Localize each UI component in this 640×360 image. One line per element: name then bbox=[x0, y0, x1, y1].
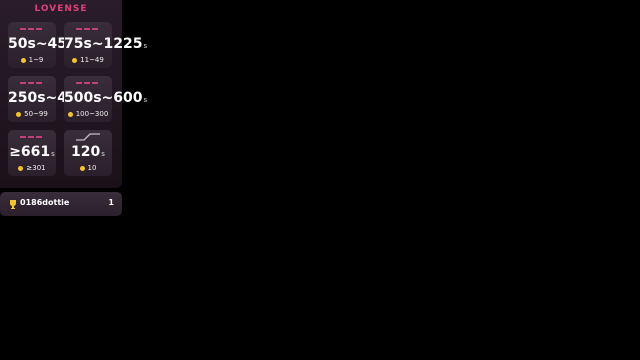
token-coin-icon bbox=[20, 57, 26, 63]
tip-level-tokens: 100~300 bbox=[64, 110, 112, 118]
tip-level-duration: 120s bbox=[71, 144, 105, 160]
vibration-pattern-icon bbox=[76, 27, 100, 31]
lovense-logo: LOVENSE bbox=[34, 4, 88, 14]
tip-level-tile[interactable]: 50s~450s 1~9 bbox=[8, 22, 81, 68]
token-coin-icon bbox=[18, 165, 24, 171]
wave-pattern-icon bbox=[76, 133, 100, 141]
vibration-pattern-icon bbox=[20, 27, 44, 31]
top-tipper-name: 0186dottie bbox=[20, 198, 70, 207]
vibration-pattern-icon bbox=[20, 135, 44, 139]
tip-level-tokens: 50~99 bbox=[8, 110, 56, 118]
top-tipper-row: 0186dottie 1 bbox=[0, 192, 122, 216]
tip-level-tokens: ≥301 bbox=[8, 164, 56, 172]
tip-level-tokens: 10 bbox=[64, 164, 112, 172]
lovense-tip-menu-panel: LOVENSE 50s~450s 1~9 75s~1225s 11~49 250… bbox=[0, 0, 148, 188]
tip-level-tokens: 1~9 bbox=[8, 56, 56, 64]
token-coin-icon bbox=[79, 165, 85, 171]
tip-level-tile[interactable]: ≥661s ≥301 bbox=[8, 130, 56, 176]
tip-level-tile[interactable]: 500s~600s 100~300 bbox=[64, 76, 148, 122]
tip-level-tile[interactable]: 75s~1225s 11~49 bbox=[64, 22, 148, 68]
top-tipper-count: 1 bbox=[108, 198, 114, 207]
tip-level-tile[interactable]: 250s~490s 50~99 bbox=[8, 76, 91, 122]
tip-level-duration: 75s~1225s bbox=[64, 36, 148, 52]
tip-level-duration: 500s~600s bbox=[64, 90, 148, 106]
tip-level-duration: 50s~450s bbox=[8, 36, 81, 52]
token-coin-icon bbox=[16, 111, 22, 117]
tip-level-duration: ≥661s bbox=[9, 144, 55, 160]
tip-level-duration: 250s~490s bbox=[8, 90, 91, 106]
vibration-pattern-icon bbox=[20, 81, 44, 85]
tip-level-tile[interactable]: 120s 10 bbox=[64, 130, 112, 176]
tip-level-tokens: 11~49 bbox=[64, 56, 112, 64]
token-coin-icon bbox=[67, 111, 73, 117]
token-coin-icon bbox=[72, 57, 78, 63]
trophy-icon bbox=[10, 200, 16, 209]
vibration-pattern-icon bbox=[76, 81, 100, 85]
